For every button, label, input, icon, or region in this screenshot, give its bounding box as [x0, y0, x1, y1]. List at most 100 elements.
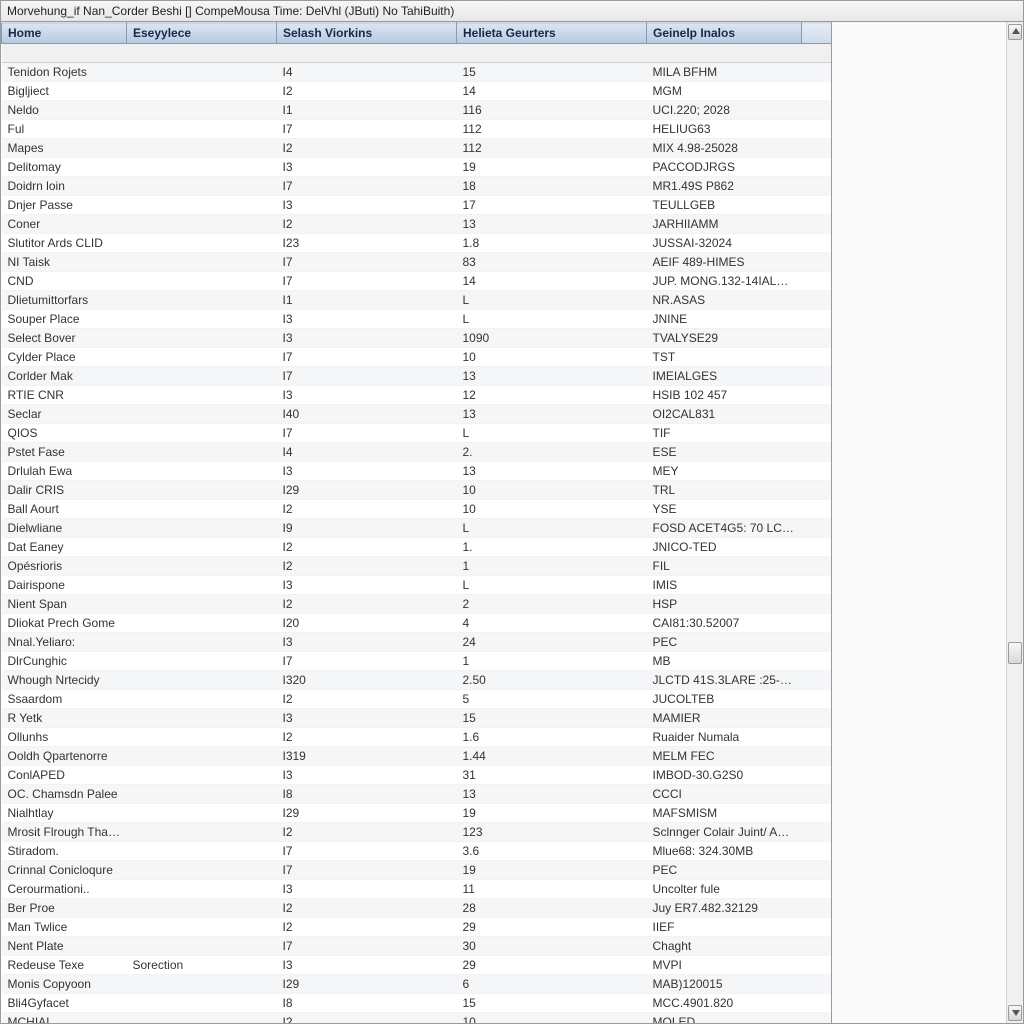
column-header-home[interactable]: Home: [2, 23, 127, 44]
table-cell: I3: [277, 158, 457, 177]
table-row[interactable]: NI TaiskI783AEIF 489-HIMES: [2, 253, 832, 272]
table-row[interactable]: ConerI213JARHIIAMM: [2, 215, 832, 234]
table-cell: 10: [457, 500, 647, 519]
table-row[interactable]: Stiradom.I73.6Mlue68: 324.30MB: [2, 842, 832, 861]
table-cell: [127, 367, 277, 386]
table-row[interactable]: QIOSI7LTIF: [2, 424, 832, 443]
table-row[interactable]: FulI7112HELIUG63: [2, 120, 832, 139]
table-cell: [802, 63, 832, 82]
table-row[interactable]: DairisponeI3LIMIS: [2, 576, 832, 595]
table-cell: [802, 937, 832, 956]
scroll-up-button[interactable]: [1008, 24, 1022, 40]
table-cell: Cylder Place: [2, 348, 127, 367]
table-row[interactable]: Dliokat Prech GomeI204CAI81:30.52007: [2, 614, 832, 633]
table-row[interactable]: Tenidon RojetsI415MILA BFHM: [2, 63, 832, 82]
table-cell: 19: [457, 861, 647, 880]
table-cell: 13: [457, 215, 647, 234]
table-cell: Dalir CRIS: [2, 481, 127, 500]
table-cell: [802, 994, 832, 1013]
table-row[interactable]: Monis CopyoonI296MAB)120015: [2, 975, 832, 994]
table-row[interactable]: Nient SpanI22HSP: [2, 595, 832, 614]
table-row[interactable]: Pstet FaseI42.ESE: [2, 443, 832, 462]
table-cell: Sorection: [127, 956, 277, 975]
table-row[interactable]: NialhtlayI2919MAFSMISM: [2, 804, 832, 823]
table-row[interactable]: Dnjer PasseI317TEULLGEB: [2, 196, 832, 215]
side-panel: [832, 22, 1023, 1023]
table-cell: MELM FEC: [647, 747, 802, 766]
table-cell: [802, 82, 832, 101]
column-header-helieta[interactable]: Helieta Geurters: [457, 23, 647, 44]
table-cell: 18: [457, 177, 647, 196]
table-row[interactable]: Ooldh QpartenorreI3191.44MELM FEC: [2, 747, 832, 766]
scroll-thumb[interactable]: [1008, 642, 1022, 664]
table-cell: 3.6: [457, 842, 647, 861]
table-row[interactable]: CNDI714JUP. MONG.132-14IALAST3: [2, 272, 832, 291]
table-row[interactable]: DlrCunghicI71MB: [2, 652, 832, 671]
table-row[interactable]: DlietumittorfarsI1LNR.ASAS: [2, 291, 832, 310]
table-cell: QIOS: [2, 424, 127, 443]
table-row[interactable]: BigljiectI214MGM: [2, 82, 832, 101]
table-row[interactable]: Nent PlateI730Chaght: [2, 937, 832, 956]
table-row[interactable]: Mrosit Flrough Tham..I2123Sclnnger Colai…: [2, 823, 832, 842]
table-row[interactable]: SeclarI4013OI2CAL831: [2, 405, 832, 424]
table-cell: I8: [277, 994, 457, 1013]
table-cell: [802, 329, 832, 348]
table-cell: [802, 766, 832, 785]
table-cell: [127, 842, 277, 861]
data-grid[interactable]: HomeEseyyleceSelash ViorkinsHelieta Geur…: [1, 22, 832, 1023]
table-cell: L: [457, 310, 647, 329]
table-row[interactable]: Man TwliceI229IIEF: [2, 918, 832, 937]
table-row[interactable]: OllunhsI21.6Ruaider Numala: [2, 728, 832, 747]
table-row[interactable]: Ber ProeI228Juy ER7.482.32129: [2, 899, 832, 918]
table-cell: Nent Plate: [2, 937, 127, 956]
table-row[interactable]: NeldoI1116UCI.220; 2028: [2, 101, 832, 120]
table-cell: [802, 253, 832, 272]
table-row[interactable]: DelitomayI319PACCODJRGS: [2, 158, 832, 177]
table-row[interactable]: Redeuse TexeSorectionI329MVPI: [2, 956, 832, 975]
column-header-eseyylece[interactable]: Eseyylece: [127, 23, 277, 44]
table-row[interactable]: Doidrn loinI718MR1.49S P862: [2, 177, 832, 196]
table-row[interactable]: Dat EaneyI21.JNICO-TED: [2, 538, 832, 557]
column-header-selash[interactable]: Selash Viorkins: [277, 23, 457, 44]
table-cell: MEY: [647, 462, 802, 481]
table-row[interactable]: Whough NrtecidyI3202.50JLCTD 41S.3LARE :…: [2, 671, 832, 690]
table-cell: I9: [277, 519, 457, 538]
table-cell: 2.: [457, 443, 647, 462]
table-cell: JNICO-TED: [647, 538, 802, 557]
table-cell: [127, 747, 277, 766]
table-row[interactable]: Souper PlaceI3LJNINE: [2, 310, 832, 329]
table-row[interactable]: R YetkI315MAMIER: [2, 709, 832, 728]
table-row[interactable]: MapesI2112MIX 4.98-25028: [2, 139, 832, 158]
table-row[interactable]: Crinnal ConicloqureI719PEC: [2, 861, 832, 880]
table-cell: 19: [457, 804, 647, 823]
table-cell: [802, 633, 832, 652]
table-cell: MIX 4.98-25028: [647, 139, 802, 158]
table-row[interactable]: Select BoverI31090TVALYSE29: [2, 329, 832, 348]
scroll-down-button[interactable]: [1008, 1005, 1022, 1021]
table-cell: [127, 1013, 277, 1024]
table-cell: [802, 120, 832, 139]
table-cell: Mlue68: 324.30MB: [647, 842, 802, 861]
table-row[interactable]: Cylder PlaceI710TST: [2, 348, 832, 367]
scrollbar[interactable]: [1006, 22, 1023, 1023]
column-header-spare[interactable]: [802, 23, 832, 44]
table-row[interactable]: DielwlianeI9LFOSD ACET4G5: 70 LC5fiB: [2, 519, 832, 538]
table-row[interactable]: MCHIAII210MOLED: [2, 1013, 832, 1024]
table-row[interactable]: SsaardomI25JUCOLTEB: [2, 690, 832, 709]
table-row[interactable]: Drlulah EwaI313MEY: [2, 462, 832, 481]
table-cell: L: [457, 519, 647, 538]
table-row[interactable]: ConlAPEDI331IMBOD-30.G2S0: [2, 766, 832, 785]
table-row[interactable]: OC. Chamsdn PaleeI813CCCI: [2, 785, 832, 804]
table-row[interactable]: Corlder MakI713IMEIALGES: [2, 367, 832, 386]
table-row[interactable]: Cerourmationi..I311Uncolter fule: [2, 880, 832, 899]
table-row[interactable]: Ball AourtI210YSE: [2, 500, 832, 519]
column-header-geinelp[interactable]: Geinelp Inalos: [647, 23, 802, 44]
table-row[interactable]: Slutitor Ards CLIDI231.8JUSSAI-32024: [2, 234, 832, 253]
table-row[interactable]: Bli4GyfacetI815MCC.4901.820: [2, 994, 832, 1013]
table-cell: [127, 82, 277, 101]
table-row[interactable]: Dalir CRISI2910TRL: [2, 481, 832, 500]
table-cell: 1: [457, 557, 647, 576]
table-row[interactable]: RTIE CNRI312HSIB 102 457: [2, 386, 832, 405]
table-row[interactable]: OpésriorisI21FIL: [2, 557, 832, 576]
table-row[interactable]: Nnal.Yeliaro:I324PEC: [2, 633, 832, 652]
